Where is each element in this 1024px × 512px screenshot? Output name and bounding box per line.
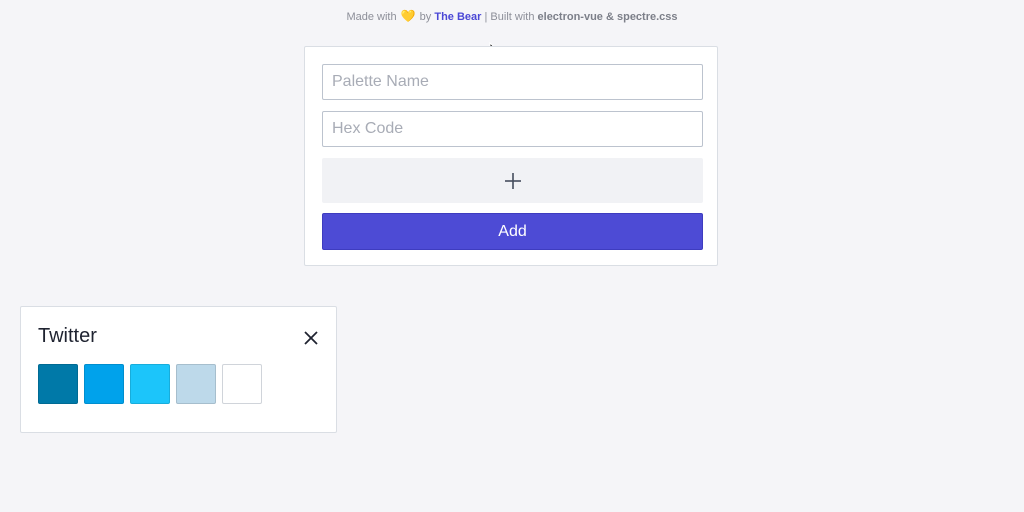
footer-credits: Made with 💛 by The Bear | Built with ele… [0,9,1024,23]
color-swatch[interactable] [84,364,124,404]
close-icon [304,331,318,345]
hex-code-input[interactable] [322,111,703,147]
add-button[interactable]: Add [322,213,703,250]
author-link[interactable]: The Bear [434,11,481,23]
built-with-text: Built with [490,11,535,23]
by-text: by [419,11,432,23]
separator: | [484,11,488,23]
plus-icon [504,172,521,189]
color-swatch[interactable] [176,364,216,404]
add-color-button[interactable] [322,158,703,203]
new-palette-form: Add [304,46,718,266]
palette-title: Twitter [38,325,97,347]
close-button[interactable] [301,328,321,348]
color-swatch[interactable] [130,364,170,404]
palette-card: Twitter [20,306,337,433]
swatch-list [38,364,262,404]
color-swatch[interactable] [38,364,78,404]
palette-name-input[interactable] [322,64,703,100]
tech-stack-text: electron-vue & spectre.css [537,11,678,23]
made-with-text: Made with [346,11,397,23]
heart-icon: 💛 [400,9,416,23]
color-swatch[interactable] [222,364,262,404]
